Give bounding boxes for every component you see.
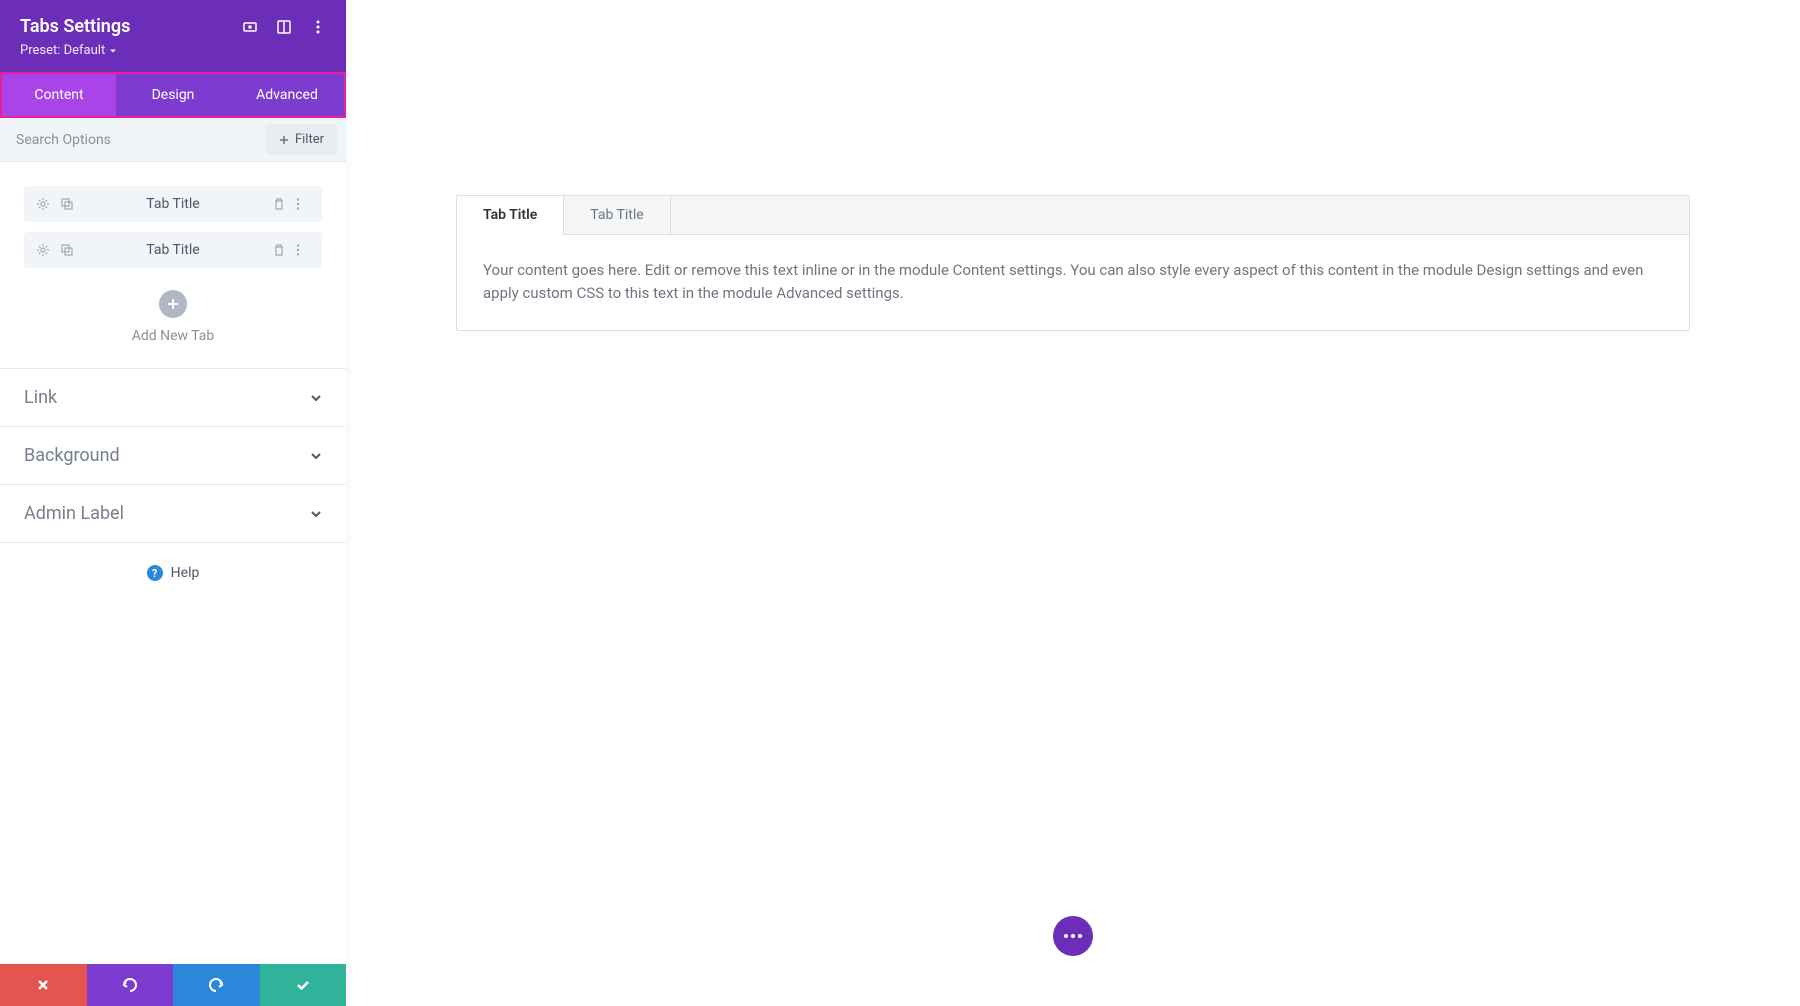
help-icon: ?	[147, 565, 163, 581]
caret-down-icon	[109, 47, 117, 55]
tab-item[interactable]: Tab Title	[24, 186, 322, 222]
gear-icon[interactable]	[36, 197, 50, 211]
footer-actions	[0, 964, 346, 1006]
trash-icon[interactable]	[272, 243, 286, 257]
tab-item[interactable]: Tab Title	[24, 232, 322, 268]
more-icon[interactable]	[310, 19, 326, 35]
search-input[interactable]	[0, 120, 257, 160]
chevron-down-icon	[310, 450, 322, 462]
more-icon[interactable]	[296, 197, 310, 211]
layout-icon[interactable]	[276, 19, 292, 35]
dot-icon	[1078, 934, 1082, 938]
panel-title: Tabs Settings	[20, 16, 130, 37]
duplicate-icon[interactable]	[60, 197, 74, 211]
accordion-background[interactable]: Background	[0, 427, 346, 485]
preview-tabs-nav: Tab Title Tab Title	[457, 196, 1689, 235]
sidebar-header: Tabs Settings Preset: Default	[0, 0, 346, 72]
accordion-link[interactable]: Link	[0, 369, 346, 427]
preview-content[interactable]: Your content goes here. Edit or remove t…	[457, 235, 1689, 330]
accordion-section: Link Background Admin Label	[0, 368, 346, 543]
tab-design[interactable]: Design	[116, 74, 230, 116]
check-icon	[295, 977, 311, 993]
trash-icon[interactable]	[272, 197, 286, 211]
dot-icon	[1071, 934, 1075, 938]
chevron-down-icon	[310, 392, 322, 404]
preset-label: Preset: Default	[20, 43, 105, 58]
search-bar: Filter	[0, 118, 346, 162]
close-icon	[36, 978, 50, 992]
content-area: Tab Title Tab Title	[0, 162, 346, 964]
responsive-icon[interactable]	[242, 19, 258, 35]
chevron-down-icon	[310, 508, 322, 520]
plus-icon	[279, 135, 289, 145]
filter-button[interactable]: Filter	[265, 124, 338, 155]
settings-tabs-nav: Content Design Advanced	[0, 72, 346, 118]
preview-tab-1[interactable]: Tab Title	[457, 196, 564, 235]
add-new-tab: Add New Tab	[0, 278, 346, 368]
undo-button[interactable]	[87, 964, 174, 1006]
help-label: Help	[171, 565, 200, 581]
preset-dropdown[interactable]: Preset: Default	[20, 43, 326, 58]
accordion-admin-label[interactable]: Admin Label	[0, 485, 346, 543]
add-new-label: Add New Tab	[0, 328, 346, 344]
accordion-title: Link	[24, 387, 57, 408]
accordion-title: Background	[24, 445, 120, 466]
more-icon[interactable]	[296, 243, 310, 257]
redo-icon	[208, 977, 224, 993]
filter-label: Filter	[295, 132, 324, 147]
help-button[interactable]: ? Help	[0, 543, 346, 603]
redo-button[interactable]	[173, 964, 260, 1006]
floating-action-button[interactable]	[1053, 916, 1093, 956]
save-button[interactable]	[260, 964, 347, 1006]
tab-content[interactable]: Content	[2, 74, 116, 116]
tab-advanced[interactable]: Advanced	[230, 74, 344, 116]
plus-icon	[167, 298, 179, 310]
preview-tab-2[interactable]: Tab Title	[564, 196, 670, 234]
settings-sidebar: Tabs Settings Preset: Default Content De…	[0, 0, 346, 1006]
tabs-module-preview: Tab Title Tab Title Your content goes he…	[456, 195, 1690, 331]
undo-icon	[122, 977, 138, 993]
tab-item-title: Tab Title	[74, 196, 272, 212]
cancel-button[interactable]	[0, 964, 87, 1006]
preview-area: Tab Title Tab Title Your content goes he…	[346, 0, 1800, 1006]
gear-icon[interactable]	[36, 243, 50, 257]
dot-icon	[1064, 934, 1068, 938]
duplicate-icon[interactable]	[60, 243, 74, 257]
add-button[interactable]	[159, 290, 187, 318]
tab-item-title: Tab Title	[74, 242, 272, 258]
accordion-title: Admin Label	[24, 503, 124, 524]
